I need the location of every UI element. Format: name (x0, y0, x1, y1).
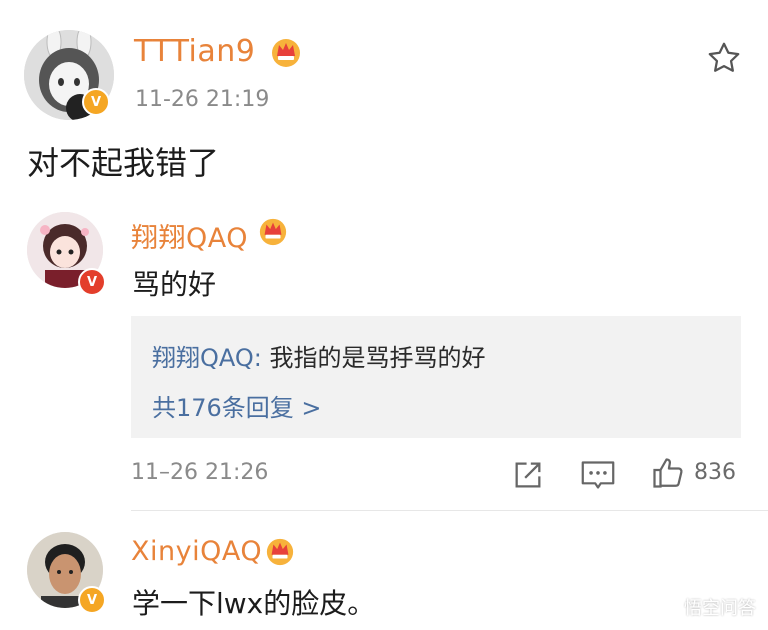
comment-icon[interactable] (580, 458, 616, 492)
like-count: 836 (694, 460, 736, 485)
watermark: 悟空问答 (684, 598, 756, 619)
reply-text: 我指的是骂抙骂的好 (261, 344, 486, 372)
reply-preview-line: 翔翔QAQ: 我指的是骂抙骂的好 (152, 338, 486, 373)
thumbs-up-icon[interactable] (650, 455, 686, 491)
comment-content: 骂的好 (132, 268, 217, 301)
post-time: 11-26 21:19 (135, 87, 270, 112)
comment-username[interactable]: 翔翔QAQ (131, 216, 248, 255)
reply-preview-box[interactable]: 翔翔QAQ: 我指的是骂抙骂的好 共176条回复 > (131, 316, 741, 438)
comment-content: 学一下lwx的脸皮。 (132, 587, 376, 620)
more-replies-link[interactable]: 共176条回复 > (152, 388, 322, 423)
vip-crown-icon (266, 538, 294, 566)
post-content: 对不起我错了 (27, 144, 220, 182)
comment-username[interactable]: XinyiQAQ (131, 536, 262, 567)
vip-crown-icon (272, 39, 300, 67)
verified-badge-icon: V (82, 88, 110, 116)
comment-divider (131, 510, 768, 511)
vip-crown-icon (259, 218, 287, 246)
verified-badge-icon: V (78, 586, 106, 614)
star-icon[interactable] (706, 40, 742, 76)
verified-badge-icon: V (78, 268, 106, 296)
comment-time: 11–26 21:26 (131, 460, 269, 485)
reply-author[interactable]: 翔翔QAQ: (152, 344, 262, 372)
post-username[interactable]: TTTian9 (134, 34, 255, 69)
share-icon[interactable] (511, 458, 545, 492)
